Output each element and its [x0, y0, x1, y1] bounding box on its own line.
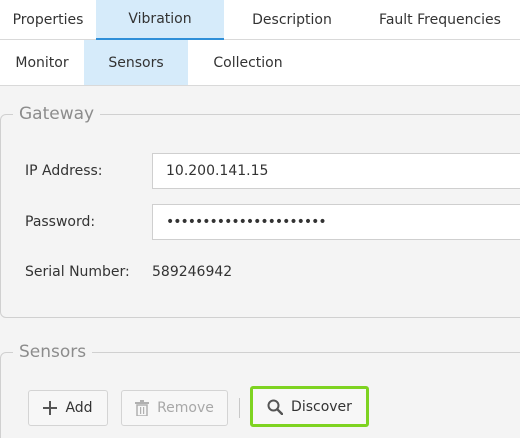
toolbar-divider: [239, 398, 240, 418]
password-field[interactable]: ••••••••••••••••••••••: [152, 204, 520, 240]
search-icon: [267, 399, 284, 415]
trash-icon: [135, 400, 150, 416]
tab-properties[interactable]: Properties: [0, 0, 96, 40]
gateway-legend: Gateway: [19, 104, 95, 124]
sub-tab-bar: Monitor Sensors Collection: [0, 40, 520, 86]
discover-button[interactable]: Discover: [250, 386, 369, 427]
tab-monitor[interactable]: Monitor: [0, 40, 84, 85]
sensors-panel: Gateway IP Address: Password: ••••••••••…: [0, 86, 520, 438]
top-tab-bar: Properties Vibration Description Fault F…: [0, 0, 520, 40]
serial-number-label: Serial Number:: [25, 264, 130, 280]
password-input[interactable]: ••••••••••••••••••••••: [166, 214, 327, 230]
plus-icon: [43, 401, 58, 415]
remove-button[interactable]: Remove: [121, 390, 228, 426]
ip-address-input[interactable]: [166, 163, 520, 179]
serial-number-value: 589246942: [152, 264, 233, 280]
tab-description[interactable]: Description: [224, 0, 360, 40]
tab-fault-frequencies[interactable]: Fault Frequencies: [360, 0, 520, 40]
discover-button-label: Discover: [291, 398, 352, 415]
add-button-label: Add: [65, 400, 93, 416]
ip-address-label: IP Address:: [25, 163, 103, 179]
tab-vibration[interactable]: Vibration: [96, 0, 224, 40]
tab-sensors[interactable]: Sensors: [84, 40, 188, 85]
tab-collection[interactable]: Collection: [188, 40, 308, 85]
sensors-legend: Sensors: [19, 342, 87, 362]
add-button[interactable]: Add: [28, 390, 108, 426]
ip-address-field[interactable]: [152, 153, 520, 189]
remove-button-label: Remove: [157, 400, 214, 416]
password-label: Password:: [25, 214, 96, 230]
